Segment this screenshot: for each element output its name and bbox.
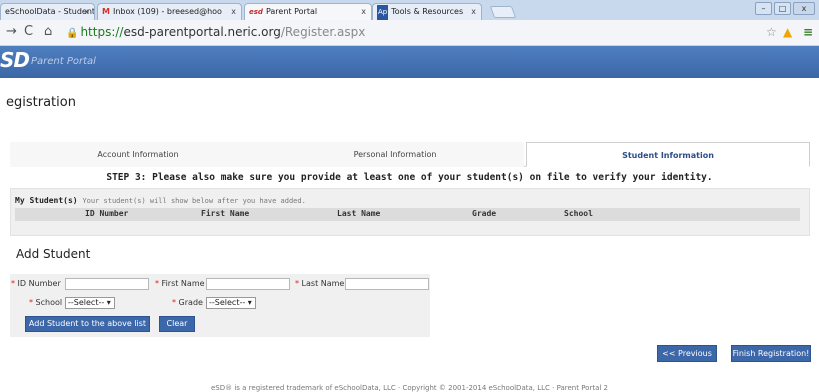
- school-select[interactable]: --Select-- ▾: [65, 297, 115, 309]
- home-icon[interactable]: ⌂: [44, 24, 52, 39]
- tab-tools-resources[interactable]: Ap Tools & Resources x: [372, 3, 482, 20]
- tab-label: Parent Portal: [265, 7, 318, 16]
- my-students-title: My Student(s): [15, 196, 78, 205]
- grade-label: * Grade: [172, 298, 203, 307]
- close-tab-icon[interactable]: x: [84, 4, 89, 19]
- tab-inbox[interactable]: M Inbox (109) - breesed@hoo x: [97, 3, 242, 20]
- url-host: esd-parentportal.neric.org: [123, 25, 281, 39]
- student-table-header: ID Number First Name Last Name Grade Sch…: [15, 208, 800, 221]
- tab-student-profile[interactable]: eSchoolData - Student Profile x: [0, 3, 95, 20]
- tab-account-information[interactable]: Account Information: [10, 142, 266, 167]
- star-icon[interactable]: ☆: [766, 25, 777, 39]
- tab-label: Inbox (109) - breesed@hoo: [112, 7, 222, 16]
- chevron-down-icon: ▾: [247, 298, 252, 307]
- url-scheme: https://: [80, 25, 124, 39]
- clear-button[interactable]: Clear: [159, 316, 195, 332]
- add-student-button[interactable]: Add Student to the above list: [25, 316, 150, 332]
- tab-label: Tools & Resources: [391, 7, 464, 16]
- last-name-label: * Last Name: [295, 279, 345, 288]
- ap-icon: Ap: [377, 5, 389, 20]
- page-title: egistration: [6, 95, 76, 110]
- forward-icon[interactable]: →: [6, 24, 17, 39]
- column-school: School: [564, 209, 593, 218]
- new-tab-button[interactable]: [489, 6, 517, 18]
- add-student-title: Add Student: [16, 247, 91, 261]
- column-grade: Grade: [472, 209, 497, 218]
- add-student-form: * ID Number * First Name * Last Name * S…: [10, 274, 430, 337]
- tab-label: eSchoolData - Student Profile: [5, 7, 95, 16]
- drive-icon[interactable]: ▲: [783, 25, 792, 39]
- esd-icon: esd: [249, 8, 263, 16]
- address-bar-row: → C ⌂ 🔒 https://esd-parentportal.neric.or…: [0, 20, 819, 46]
- id-number-input[interactable]: [65, 278, 149, 290]
- previous-button[interactable]: << Previous: [657, 345, 717, 362]
- tab-student-information[interactable]: Student Information: [526, 142, 810, 167]
- browser-tab-bar: eSchoolData - Student Profile x MInbox (…: [0, 0, 819, 20]
- last-name-input[interactable]: [345, 278, 429, 290]
- column-id-number: ID Number: [85, 209, 129, 218]
- my-students-subtitle: Your student(s) will show below after yo…: [82, 197, 306, 205]
- close-tab-icon[interactable]: x: [231, 4, 236, 19]
- column-first-name: First Name: [201, 209, 250, 218]
- tab-personal-information[interactable]: Personal Information: [266, 142, 524, 167]
- step-instruction: STEP 3: Please also make sure you provid…: [106, 172, 713, 183]
- url-field[interactable]: 🔒 https://esd-parentportal.neric.org/Regi…: [66, 23, 794, 42]
- my-students-panel: My Student(s) Your student(s) will show …: [10, 188, 810, 236]
- close-window-icon[interactable]: x: [793, 2, 815, 15]
- menu-icon[interactable]: ≡: [803, 25, 813, 39]
- id-number-label: * ID Number: [11, 279, 61, 288]
- column-last-name: Last Name: [337, 209, 381, 218]
- chevron-down-icon: ▾: [106, 298, 111, 307]
- footer-copyright: eSD® is a registered trademark of eSchoo…: [210, 384, 608, 392]
- first-name-input[interactable]: [206, 278, 290, 290]
- minimize-icon[interactable]: –: [755, 2, 772, 15]
- finish-registration-button[interactable]: Finish Registration!: [731, 345, 811, 362]
- maximize-icon[interactable]: □: [774, 2, 791, 15]
- tab-parent-portal[interactable]: esd Parent Portal x: [244, 3, 372, 20]
- first-name-label: * First Name: [155, 279, 205, 288]
- school-label: * School: [29, 298, 63, 307]
- gmail-icon: M: [102, 7, 110, 16]
- esd-logo: SD: [0, 48, 30, 72]
- site-header: SD Parent Portal: [0, 46, 819, 78]
- lock-icon: 🔒: [66, 28, 79, 39]
- reload-icon[interactable]: C: [24, 24, 33, 39]
- my-students-heading: My Student(s) Your student(s) will show …: [15, 196, 306, 205]
- url-path: /Register.aspx: [280, 25, 366, 39]
- close-tab-icon[interactable]: x: [471, 4, 476, 19]
- portal-name: Parent Portal: [31, 56, 96, 67]
- registration-steps: Account Information Personal Information…: [10, 142, 810, 167]
- grade-select[interactable]: --Select-- ▾: [206, 297, 256, 309]
- close-tab-icon[interactable]: x: [361, 4, 366, 19]
